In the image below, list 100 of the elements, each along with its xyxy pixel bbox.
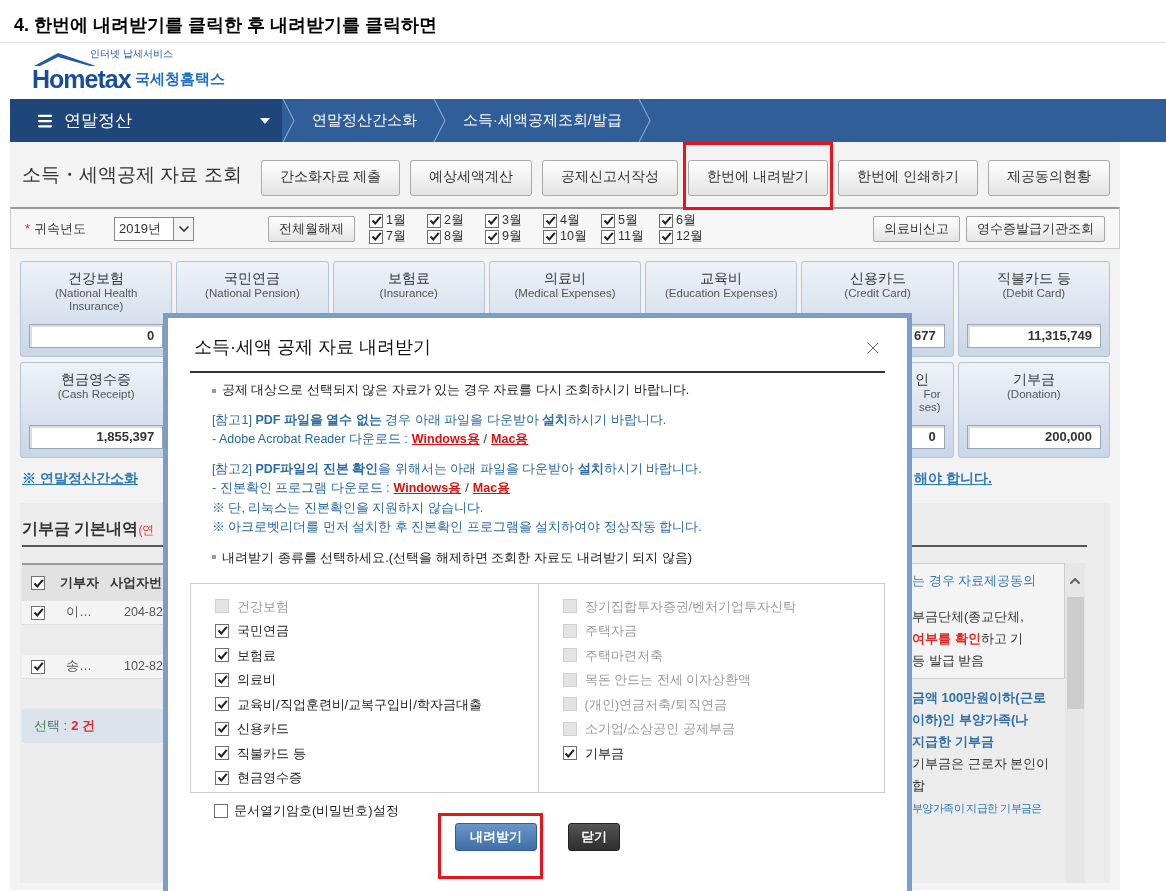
data-type-checkbox[interactable] (215, 672, 229, 687)
month-label: 3월 (502, 213, 522, 228)
side-note: 합 (912, 777, 926, 795)
download-button[interactable]: 내려받기 (455, 822, 537, 851)
caret-icon (260, 117, 270, 124)
data-type-checkbox[interactable] (215, 721, 229, 736)
row-checkbox[interactable] (31, 605, 45, 620)
card-subtitle: (National Health Insurance) (53, 287, 139, 314)
data-type-checkbox[interactable] (215, 697, 229, 712)
month-checkbox[interactable] (543, 213, 558, 228)
month-checkbox[interactable] (485, 213, 500, 228)
month-checkbox[interactable] (369, 229, 384, 244)
card-title: 현금영수증 (61, 371, 132, 388)
menu-dropdown[interactable]: 연말정산 (10, 99, 282, 142)
download-link[interactable]: Windows용 (411, 430, 480, 450)
action-button[interactable]: 제공동의현황 (988, 159, 1110, 196)
close-dialog-button[interactable]: 닫기 (568, 822, 620, 851)
checkbox-label: 건강보험 (237, 597, 289, 616)
checkbox-label: 주택마련저축 (584, 646, 663, 665)
data-type-checkbox[interactable] (215, 623, 229, 638)
checkbox-label: 문서열기암호(비밀번호)설정 (234, 802, 399, 820)
month-label: 9월 (502, 229, 522, 244)
card-title: 건강보험 (68, 270, 125, 287)
side-note: 부양가족이 지급한 기부금은 (912, 801, 1043, 816)
card-title: 기부금 (1012, 371, 1055, 388)
side-note-emphasis: 지급한 기부금 (912, 733, 995, 751)
card-title: 보험료 (387, 270, 430, 287)
notice-text: 공제 대상으로 선택되지 않은 자료가 있는 경우 자료를 다시 조회하시기 바랍니다. (222, 382, 690, 399)
link-separator: / (483, 431, 488, 448)
amount-field: 200,000 (966, 425, 1101, 449)
download-link[interactable]: Windows용 (393, 479, 462, 499)
data-type-checkbox[interactable] (215, 770, 229, 785)
link-separator: / (465, 480, 469, 497)
reference-text: [참고2] PDF파일의 진본 확인을 위해서는 아래 파일을 다운받아 설치하시기 바랍니다. (212, 460, 703, 478)
chevron-separator-icon (433, 99, 447, 142)
month-checkbox[interactable] (369, 213, 384, 228)
clear-months-button[interactable]: 전체월해제 (268, 215, 356, 242)
filter-button[interactable]: 의료비신고 (873, 215, 960, 242)
reference-text: [참고1] PDF 파일을 열수 없는 경우 아래 파일을 다운받아 설치하시기 바랍니다. (212, 411, 668, 429)
action-button[interactable]: 공제신고서작성 (542, 159, 679, 196)
checkbox-label: 주택자금 (584, 622, 637, 640)
page-title: 소득・세액공제 자료 조회 (21, 163, 243, 188)
side-note: 기부금은 근로자 본인이 (912, 755, 1051, 773)
month-checkbox[interactable] (659, 213, 674, 228)
password-checkbox[interactable] (214, 803, 228, 818)
filter-button[interactable]: 영수증발급기관조회 (966, 215, 1105, 242)
action-button[interactable]: 한번에 인쇄하기 (838, 159, 978, 196)
amount-field: 0 (29, 324, 164, 348)
checkbox-label: 교육비/직업훈련비/교복구입비/학자금대출 (237, 695, 482, 714)
breadcrumb-link[interactable]: 소득·세액공제조회/발급 (447, 99, 638, 142)
table-cell-text: 이… (65, 604, 93, 622)
action-button[interactable]: 예상세액계산 (410, 159, 533, 196)
card-title: 의료비 (544, 270, 586, 287)
month-checkbox[interactable] (427, 229, 442, 244)
data-type-checkbox[interactable] (562, 746, 577, 761)
month-label: 8월 (444, 229, 464, 244)
download-link[interactable]: Mac용 (472, 479, 511, 499)
card-subtitle: For (923, 388, 941, 401)
row-checkbox[interactable] (31, 659, 45, 674)
month-checkbox[interactable] (659, 229, 674, 244)
data-type-checkbox[interactable] (215, 746, 229, 761)
month-label: 5월 (618, 213, 638, 228)
checkbox-label: 현금영수증 (237, 769, 302, 787)
bullet-icon (212, 388, 216, 393)
card-title: 국민연금 (224, 270, 281, 287)
download-link[interactable]: Mac용 (491, 430, 529, 450)
month-checkbox[interactable] (427, 213, 442, 228)
month-label: 12월 (676, 229, 703, 244)
month-checkbox[interactable] (543, 229, 558, 244)
selection-label: 선택 : (34, 717, 68, 736)
month-checkbox[interactable] (485, 229, 500, 244)
side-note-emphasis: 이하)인 부양가족(나 (912, 711, 1030, 729)
reference-note: ※ 단, 리눅스는 진본확인을 지원하지 않습니다. (212, 499, 485, 517)
amount-field: 1,855,397 (29, 425, 164, 449)
checkbox-label: 직불카드 등 (237, 744, 306, 763)
scrollbar[interactable] (1065, 563, 1085, 883)
action-button[interactable]: 한번에 내려받기 (688, 159, 829, 196)
logo-tagline: 인터넷 납세서비스 (90, 49, 173, 59)
checkbox-label: 신용카드 (237, 720, 289, 738)
table-cell-text: 102-82 (123, 658, 163, 676)
checkbox-label: 소기업/소상공인 공제부금 (584, 720, 735, 738)
year-select[interactable]: 2019년 (114, 216, 195, 241)
data-type-checkbox[interactable] (215, 648, 229, 663)
card-subtitle: (Credit Card) (843, 287, 912, 301)
breadcrumb-link[interactable]: 연말정산간소화 (296, 99, 433, 142)
checkbox-label: 기부금 (584, 744, 624, 763)
table-cell-text: 204-82 (123, 604, 163, 622)
checkbox-label: 의료비 (237, 671, 276, 689)
side-note: 는 경우 자료제공동의 (912, 572, 1038, 590)
checkbox-label: (개인)연금저축/퇴직연금 (584, 695, 727, 714)
column-header: 기부자 (58, 574, 100, 593)
action-button[interactable]: 간소화자료 제출 (260, 159, 401, 196)
month-label: 4월 (560, 213, 580, 228)
reference-note: ※ 아크로벳리더를 먼저 설치한 후 진본확인 프로그램을 설치하여야 정상작동 합니다. (212, 519, 703, 536)
month-checkbox[interactable] (601, 213, 616, 228)
month-checkbox[interactable] (601, 229, 616, 244)
notice-link[interactable]: 해야 합니다. (914, 467, 992, 489)
select-all-checkbox[interactable] (31, 576, 45, 590)
checkbox-label: 장기집합투자증권/벤처기업투자신탁 (584, 597, 797, 616)
notice-link[interactable]: ※ 연말정산간소화 (20, 467, 138, 489)
